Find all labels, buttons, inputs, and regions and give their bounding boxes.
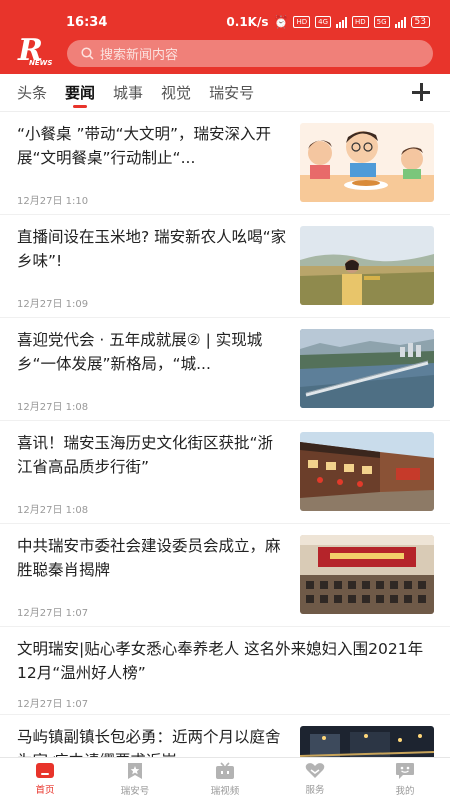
news-item[interactable]: 直播间设在玉米地? 瑞安新农人吆喝“家乡味”! 12月27日 1:09 <box>0 215 450 318</box>
search-icon <box>81 47 94 60</box>
tv-icon <box>216 761 234 779</box>
nav-service[interactable]: 服务 <box>270 758 360 800</box>
news-thumbnail <box>300 535 434 614</box>
status-bar: 16:34 0.1K/s ⏰ HD 4G HD 5G 53 <box>0 10 450 30</box>
news-title: 直播间设在玉米地? 瑞安新农人吆喝“家乡味”! <box>17 228 287 270</box>
status-time: 16:34 <box>66 15 108 30</box>
news-time: 12月27日 1:07 <box>17 608 89 619</box>
news-title: “小餐桌 ”带动“大文明”，瑞安深入开展“文明餐桌”行动制止“... <box>17 125 272 167</box>
add-channel-icon[interactable] <box>412 83 430 101</box>
news-item[interactable]: “小餐桌 ”带动“大文明”，瑞安深入开展“文明餐桌”行动制止“... 12月27… <box>0 112 450 215</box>
news-title: 喜讯！瑞安玉海历史文化街区获批“浙江省高品质步行街” <box>17 434 274 476</box>
signal-icon <box>336 16 347 28</box>
nav-ruian-account[interactable]: 瑞安号 <box>90 758 180 800</box>
tab-headlines[interactable]: 头条 <box>17 74 47 112</box>
bookmark-star-icon <box>128 762 142 779</box>
chat-face-icon <box>396 762 414 779</box>
home-icon <box>36 763 54 778</box>
news-title: 喜迎党代会 · 五年成就展② | 实现城乡“一体发展”新格局，“城... <box>17 331 263 373</box>
news-item[interactable]: 马屿镇副镇长包必勇：近两个月以庭舍为家 病中请缨要求返岗 <box>0 715 450 757</box>
news-item[interactable]: 喜迎党代会 · 五年成就展② | 实现城乡“一体发展”新格局，“城... 12月… <box>0 318 450 421</box>
news-item[interactable]: 中共瑞安市委社会建设委员会成立，麻胜聪秦肖揭牌 12月27日 1:07 <box>0 524 450 627</box>
nav-label: 服务 <box>305 785 325 796</box>
battery-icon: 53 <box>410 16 430 28</box>
hd-tag-2: HD <box>352 16 369 28</box>
news-time: 12月27日 1:08 <box>17 505 89 516</box>
news-thumbnail <box>300 123 434 202</box>
app-logo[interactable]: R NEWS <box>18 36 52 68</box>
search-placeholder: 搜索新闻内容 <box>100 48 179 63</box>
news-time: 12月27日 1:07 <box>17 699 89 710</box>
heart-hands-icon <box>305 763 325 778</box>
alarm-icon: ⏰ <box>273 15 289 29</box>
channel-tabs: 头条 要闻 城事 视觉 瑞安号 <box>0 74 450 112</box>
tab-important-news[interactable]: 要闻 <box>65 74 95 112</box>
news-time: 12月27日 1:08 <box>17 402 89 413</box>
news-thumbnail <box>300 226 434 305</box>
news-title: 文明瑞安|贴心孝女悉心奉养老人 这名外来媳妇入围2021年12月“温州好人榜” <box>17 640 424 682</box>
signal-icon-2 <box>394 16 406 28</box>
nav-home[interactable]: 首页 <box>0 758 90 800</box>
news-feed: “小餐桌 ”带动“大文明”，瑞安深入开展“文明餐桌”行动制止“... 12月27… <box>0 112 450 757</box>
nav-profile[interactable]: 我的 <box>360 758 450 800</box>
news-thumbnail <box>300 329 434 408</box>
news-thumbnail <box>300 432 434 511</box>
hd-tag: HD <box>293 16 311 28</box>
app-header: 16:34 0.1K/s ⏰ HD 4G HD 5G 53 R NEWS 搜索新… <box>0 0 450 74</box>
network-type-tag-2: 5G <box>373 16 390 28</box>
nav-label: 我的 <box>395 785 415 797</box>
news-time: 12月27日 1:10 <box>17 196 89 207</box>
tab-ruian-account[interactable]: 瑞安号 <box>209 74 254 112</box>
bottom-nav: 首页 瑞安号 瑞视频 服务 我的 <box>0 757 450 800</box>
news-title: 马屿镇副镇长包必勇：近两个月以庭舍为家 病中请缨要求返岗 <box>17 728 281 757</box>
news-item[interactable]: 文明瑞安|贴心孝女悉心奉养老人 这名外来媳妇入围2021年12月“温州好人榜” … <box>0 627 450 715</box>
news-item[interactable]: 喜讯！瑞安玉海历史文化街区获批“浙江省高品质步行街” 12月27日 1:08 <box>0 421 450 524</box>
network-speed: 0.1K/s <box>226 15 269 29</box>
news-time: 12月27日 1:09 <box>17 299 89 310</box>
news-thumbnail <box>300 726 434 757</box>
search-input[interactable]: 搜索新闻内容 <box>67 40 433 67</box>
network-type-tag: 4G <box>315 16 331 28</box>
tab-visual[interactable]: 视觉 <box>161 74 191 112</box>
nav-label: 首页 <box>35 785 55 796</box>
nav-label: 瑞安号 <box>120 785 150 797</box>
tab-city[interactable]: 城事 <box>113 74 143 112</box>
news-title: 中共瑞安市委社会建设委员会成立，麻胜聪秦肖揭牌 <box>17 537 281 579</box>
nav-video[interactable]: 瑞视频 <box>180 758 270 800</box>
nav-label: 瑞视频 <box>210 785 240 797</box>
